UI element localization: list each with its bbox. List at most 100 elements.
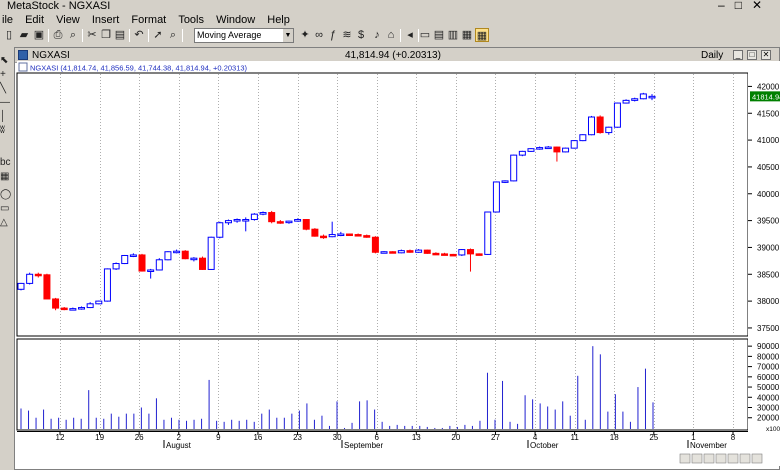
candle-body <box>544 146 552 150</box>
price-panel <box>16 72 749 337</box>
candle-body <box>648 95 656 99</box>
volume-tick-label: 20000 <box>757 414 780 423</box>
candle-body <box>579 134 587 142</box>
date-tick-label: 20 <box>451 433 460 442</box>
candle-body <box>60 307 68 311</box>
price-tick-label: 38000 <box>757 297 780 306</box>
candle-body <box>276 221 284 224</box>
candle-body <box>147 269 155 272</box>
price-tick-label: 42000 <box>757 82 780 91</box>
volume-tick-label: 80000 <box>757 352 780 361</box>
candle-body <box>397 250 405 254</box>
candle-body <box>285 220 293 224</box>
candle-body <box>458 249 466 256</box>
date-tick-label: 18 <box>610 433 619 442</box>
date-tick-label: 25 <box>649 433 658 442</box>
candle-body <box>199 257 207 270</box>
candle-body <box>562 147 570 153</box>
candle-body <box>164 251 172 261</box>
candle-body <box>78 307 86 310</box>
candle-body <box>17 282 25 290</box>
month-label: August <box>166 441 192 450</box>
date-tick-label: 13 <box>412 433 421 442</box>
candle-body <box>328 234 336 238</box>
candle-body <box>587 116 595 136</box>
date-tick-label: 9 <box>216 433 221 442</box>
candle-body <box>138 254 146 272</box>
candle-body <box>613 102 621 128</box>
legend-icon <box>18 62 28 72</box>
candle-body <box>121 254 129 265</box>
candle-body <box>570 140 578 149</box>
candle-body <box>441 253 449 256</box>
price-tick-label: 41000 <box>757 136 780 145</box>
candle-body <box>432 252 440 256</box>
candle-body <box>173 250 181 254</box>
price-tick-label: 39500 <box>757 217 780 226</box>
month-label: November <box>690 441 727 450</box>
volume-tick-label: 90000 <box>757 342 780 351</box>
candle-body <box>112 263 120 270</box>
date-tick-label: 27 <box>491 433 500 442</box>
nav-next-icon[interactable] <box>727 453 739 464</box>
price-tick-label: 40500 <box>757 163 780 172</box>
candle-body <box>622 99 630 104</box>
candle-body <box>250 213 258 221</box>
nav-zoom-in-icon[interactable] <box>703 453 715 464</box>
nav-prev-icon[interactable] <box>691 453 703 464</box>
month-label: September <box>344 441 383 450</box>
chart-legend: NGXASI (41,814.74, 41,856.59, 41,744.38,… <box>30 64 248 73</box>
price-tick-label: 39000 <box>757 243 780 252</box>
price-tick-label: 40000 <box>757 190 780 199</box>
date-tick-label: 12 <box>56 433 65 442</box>
candle-body <box>268 212 276 223</box>
candle-body <box>631 98 639 101</box>
candle-body <box>259 212 267 215</box>
date-tick-label: 19 <box>95 433 104 442</box>
candle-body <box>311 228 319 237</box>
date-tick-label: 16 <box>253 433 262 442</box>
nav-scroll-icon[interactable] <box>751 453 763 464</box>
date-tick-label: 11 <box>570 433 579 442</box>
candle-body <box>475 253 483 256</box>
nav-first-icon[interactable] <box>679 453 691 464</box>
candle-body <box>423 249 431 254</box>
candle-body <box>536 147 544 150</box>
candle-body <box>302 219 310 230</box>
volume-tick-label: 30000 <box>757 404 780 413</box>
candle-body <box>43 274 51 300</box>
volume-unit-label: x10000 <box>766 426 780 433</box>
candle-body <box>224 220 232 224</box>
candle-body <box>553 146 561 153</box>
candle-body <box>242 219 250 222</box>
price-tick-label: 38500 <box>757 270 780 279</box>
candle-body <box>518 150 526 156</box>
candle-body <box>26 273 34 284</box>
candle-body <box>449 253 457 257</box>
candle-body <box>233 219 241 222</box>
candle-body <box>320 235 328 239</box>
candle-body <box>527 148 535 152</box>
candle-body <box>501 180 509 183</box>
candle-body <box>639 93 647 100</box>
candle-body <box>181 250 189 260</box>
candle-body <box>294 219 302 222</box>
price-tick-label: 37500 <box>757 324 780 333</box>
candle-body <box>406 250 414 253</box>
candle-body <box>129 254 137 257</box>
nav-last-icon[interactable] <box>739 453 751 464</box>
date-tick-label: 23 <box>293 433 302 442</box>
candle-body <box>354 234 362 237</box>
candle-body <box>484 211 492 255</box>
candle-body <box>337 233 345 237</box>
candle-body <box>69 308 77 311</box>
date-tick-label: 8 <box>731 433 736 442</box>
candle-body <box>155 259 163 271</box>
last-price-tag-label: 41814.94 <box>752 92 780 101</box>
candle-body <box>52 298 60 309</box>
price-chart[interactable]: NGXASI (41,814.74, 41,856.59, 41,744.38,… <box>0 0 780 470</box>
nav-zoom-out-icon[interactable] <box>715 453 727 464</box>
candle-body <box>95 300 103 305</box>
candle-body <box>363 235 371 238</box>
candle-body <box>103 268 111 302</box>
